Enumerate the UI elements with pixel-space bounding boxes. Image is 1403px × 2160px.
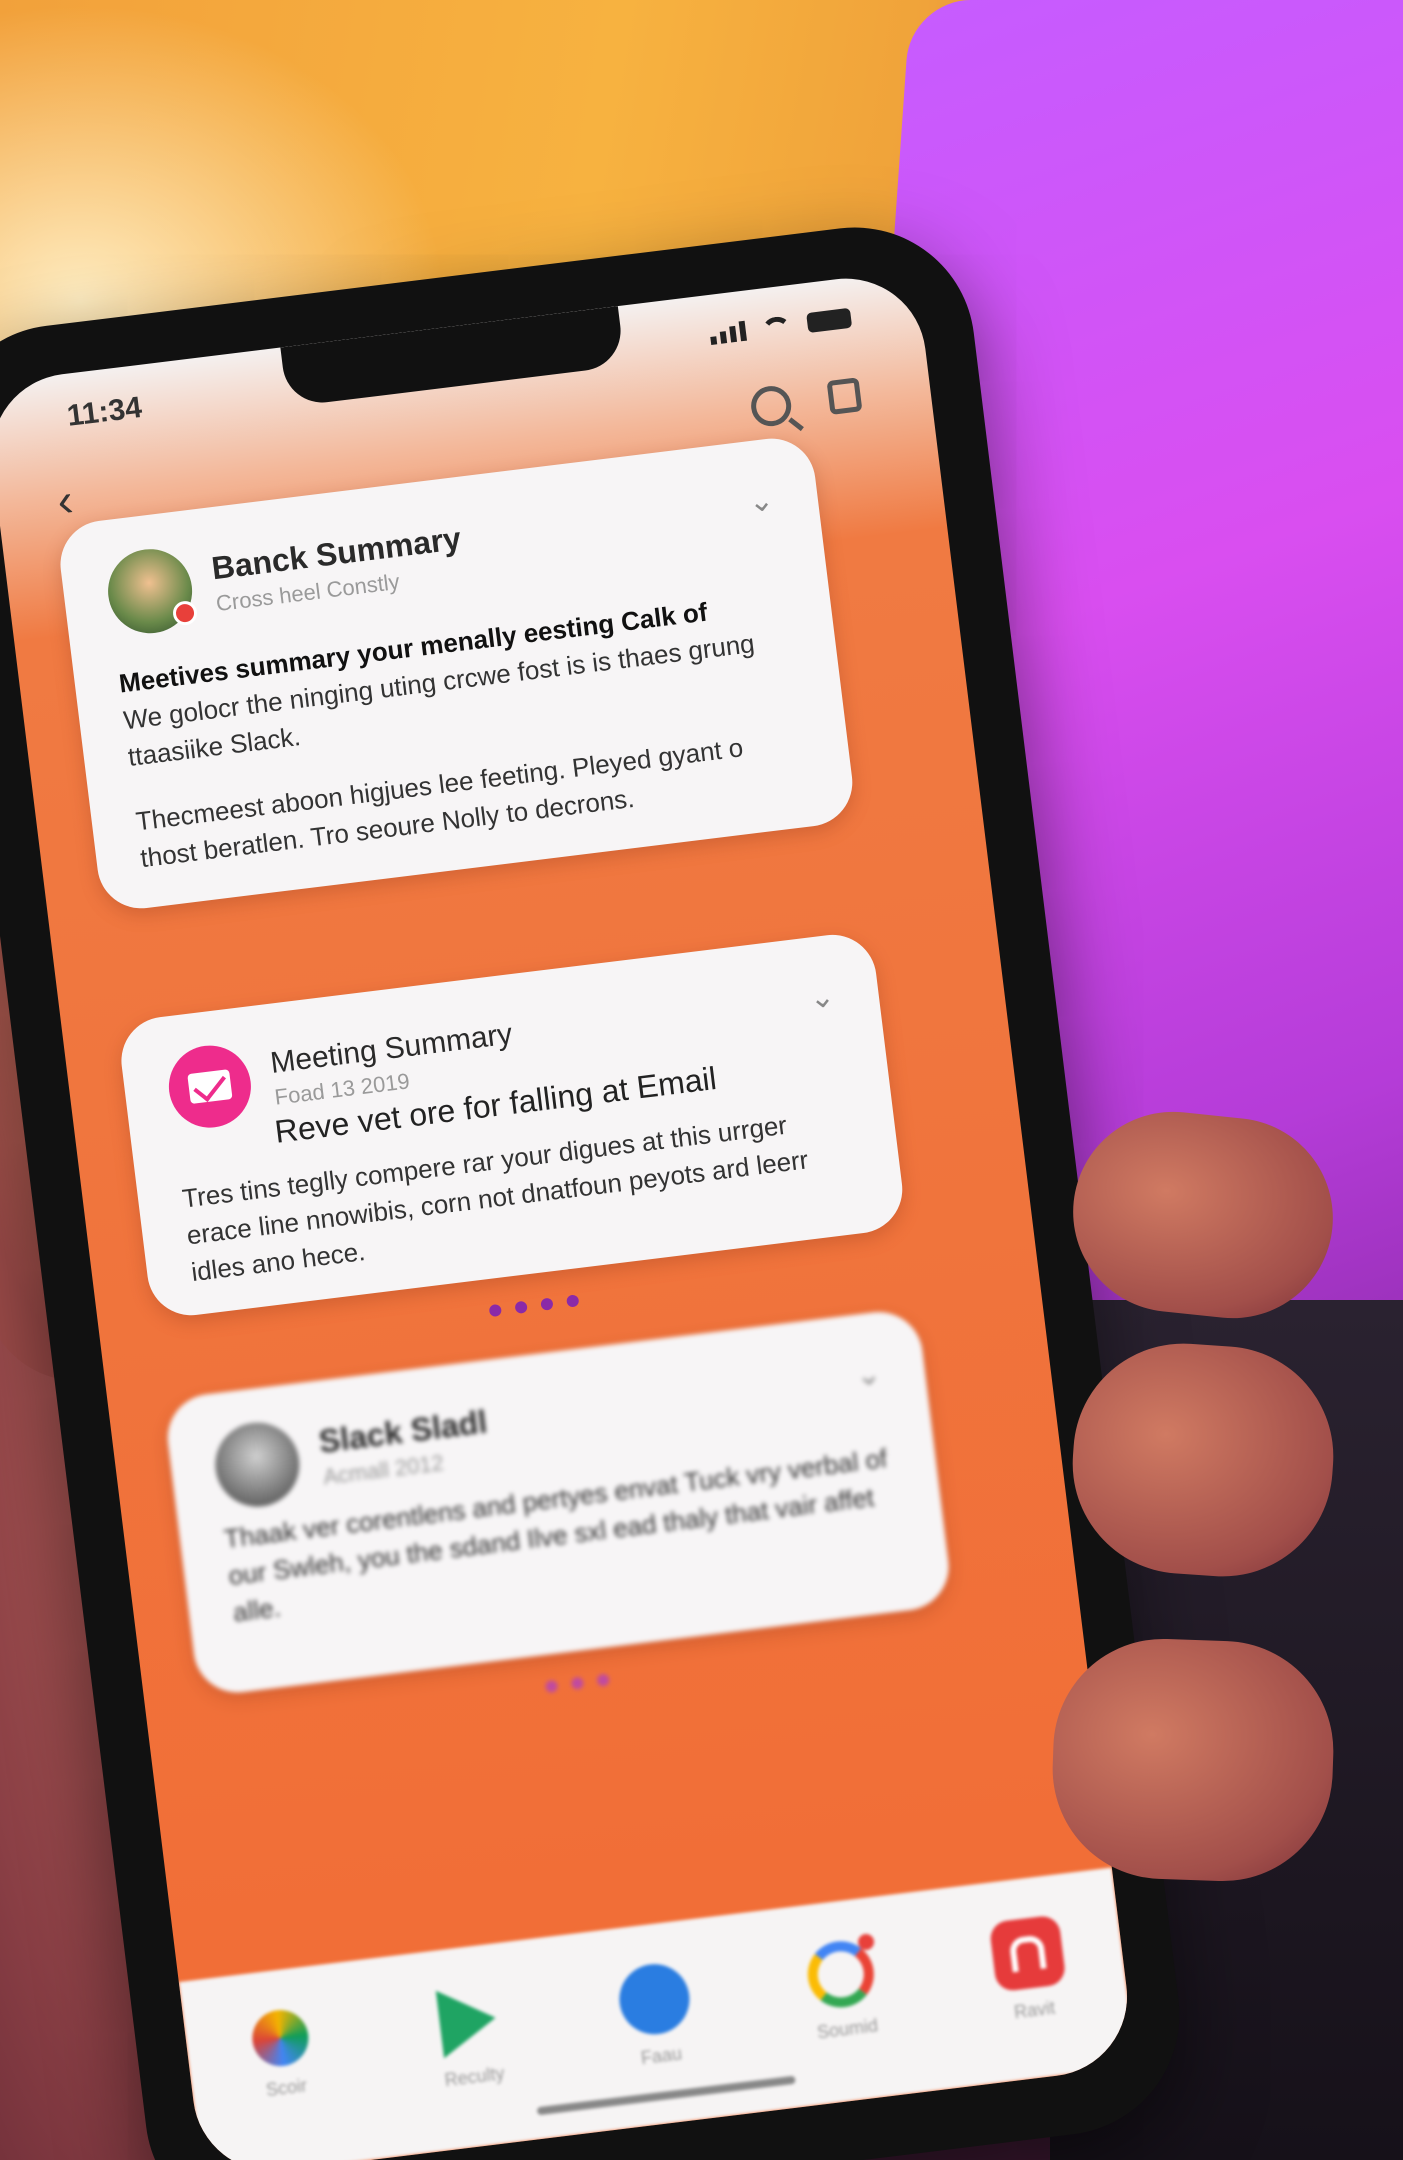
dock-label: Scoir [264, 2075, 309, 2101]
photo-scene: 11:34 ‹ Banck Summary Cross heel Constly… [0, 0, 1403, 2160]
card-title-group: Banck Summary Cross heel Constly [210, 520, 467, 617]
bag-icon[interactable] [826, 377, 863, 415]
card-title-group: Slack Sladl Acmall 2012 [317, 1403, 493, 1490]
chevron-down-icon[interactable]: ⌄ [854, 1356, 883, 1394]
app-icon [988, 1914, 1067, 1993]
page-dots [488, 1294, 580, 1318]
dock-item-google[interactable]: Soumid [767, 1933, 918, 2048]
back-chevron-icon[interactable]: ‹ [54, 472, 76, 527]
battery-icon [806, 307, 853, 334]
finger [1048, 1635, 1338, 1885]
card-body: Meetives summary your menally eesting Ca… [117, 584, 810, 877]
dock-item-play-store[interactable]: Reculty [394, 1979, 545, 2096]
home-indicator[interactable] [536, 2075, 796, 2116]
avatar [103, 544, 199, 638]
page-dots [544, 1673, 610, 1694]
photos-icon [249, 2006, 312, 2070]
play-store-icon [435, 1983, 500, 2059]
dock-item-photos[interactable]: Scoir [208, 2002, 358, 2107]
phone-screen: 11:34 ‹ Banck Summary Cross heel Constly… [0, 269, 1137, 2160]
notification-dot [171, 599, 199, 627]
search-icon[interactable] [748, 383, 794, 429]
meeting-summary-card[interactable]: Meeting Summary Foad 13 2019 ⌄ Reve vet … [116, 929, 908, 1321]
dock-item-people[interactable]: Faau [581, 1956, 733, 2075]
slack-card[interactable]: Slack Sladl Acmall 2012 ⌄ Thaak ver core… [162, 1307, 954, 1698]
dock-label: Ravit [1013, 1997, 1057, 2023]
chevron-down-icon[interactable]: ⌄ [807, 979, 837, 1017]
avatar [210, 1417, 305, 1512]
dock-label: Reculty [443, 2063, 506, 2091]
dock-item-app[interactable]: Ravit [954, 1910, 1106, 2029]
status-icons [709, 307, 853, 345]
dock-label: Faau [639, 2043, 683, 2069]
google-icon [804, 1933, 878, 2012]
people-icon [615, 1960, 694, 2039]
signal-icon [709, 320, 748, 345]
mail-icon [164, 1040, 256, 1133]
status-time: 11:34 [65, 390, 144, 433]
bottom-dock: Scoir Reculty Faau Soumid Ravit [178, 1867, 1137, 2160]
dock-label: Soumid [815, 2015, 880, 2043]
wifi-icon [760, 315, 793, 339]
chevron-down-icon[interactable]: ⌄ [747, 483, 776, 521]
